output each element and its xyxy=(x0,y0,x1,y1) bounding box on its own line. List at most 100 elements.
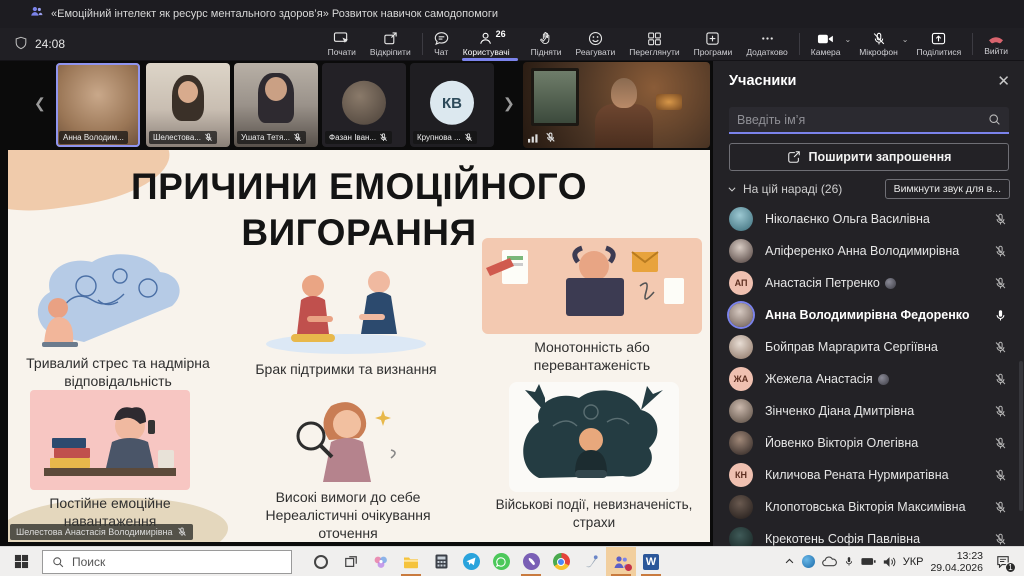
avatar-initials: АП xyxy=(729,271,753,295)
shared-presentation-slide: ПРИЧИНИ ЕМОЦІЙНОГО ВИГОРАННЯ Тривалий ст… xyxy=(8,150,710,542)
apps-button[interactable]: Програми xyxy=(687,28,740,61)
close-panel-icon[interactable]: ✕ xyxy=(997,74,1010,89)
word-letter: W xyxy=(643,554,659,570)
share-screen-icon xyxy=(931,32,946,46)
avatar xyxy=(729,303,753,327)
speaker-silhouette xyxy=(595,104,653,148)
react-button[interactable]: Реагувати xyxy=(569,28,623,61)
slide-cell-war-anxiety: Військові події, невизначеність, страхи xyxy=(480,382,708,532)
mic-muted-icon xyxy=(994,437,1007,450)
participant-row[interactable]: Клопотовська Вікторія Максимівна xyxy=(713,491,1024,523)
taskbar-search-input[interactable] xyxy=(72,555,282,569)
participant-row[interactable]: Анна Володимирівна Федоренко xyxy=(713,299,1024,331)
video-tile-5[interactable]: КВ Крупнова ... xyxy=(410,63,494,147)
video-tile-2[interactable]: Шелестова... xyxy=(146,63,230,147)
teams-app-icon xyxy=(30,5,43,23)
spotlight-video-tile[interactable] xyxy=(523,62,710,148)
telegram-icon[interactable] xyxy=(456,547,486,576)
ellipsis-icon xyxy=(760,31,775,46)
task-view-icon[interactable] xyxy=(336,547,366,576)
volume-icon[interactable] xyxy=(883,556,896,568)
react-label: Реагувати xyxy=(576,47,616,57)
initials-text: КВ xyxy=(442,94,462,111)
microphone-tray-icon[interactable] xyxy=(844,555,854,568)
shield-icon xyxy=(14,36,28,53)
presenter-name-overlay: Шелестова Анастасія Володимирівна xyxy=(10,524,193,540)
participant-row[interactable]: КН Киличова Рената Нурмиратівна xyxy=(713,459,1024,491)
file-explorer-icon[interactable] xyxy=(396,547,426,576)
whatsapp-icon[interactable] xyxy=(486,547,516,576)
view-label: Переглянути xyxy=(629,47,679,57)
word-icon[interactable]: W xyxy=(636,547,666,576)
slide-caption: Монотонність або перевантаженість xyxy=(476,338,708,374)
clock[interactable]: 13:23 29.04.2026 xyxy=(930,550,983,574)
participant-search-box[interactable] xyxy=(729,107,1009,134)
hidden-icons-chevron[interactable] xyxy=(784,556,795,567)
video-tile-1[interactable]: Анна Володим... xyxy=(56,63,140,147)
battery-icon[interactable] xyxy=(861,557,876,566)
scroll-left-chevron-icon[interactable]: ❮ xyxy=(34,95,46,112)
slide-caption: Військові події, невизначеність, страхи xyxy=(480,496,708,532)
video-tile-3[interactable]: Ушата Тетя... xyxy=(234,63,318,147)
raise-hand-button[interactable]: Підняти xyxy=(524,28,569,61)
start-recording-button[interactable]: Почати xyxy=(321,28,363,61)
mic-muted-icon xyxy=(177,527,187,537)
avatar xyxy=(729,431,753,455)
mic-muted-icon xyxy=(293,133,302,142)
slide-caption: Високі вимоги до себе xyxy=(240,488,456,506)
meeting-timer: 24:08 xyxy=(35,37,65,51)
start-button[interactable] xyxy=(0,547,42,576)
raise-hand-icon xyxy=(539,31,553,46)
onedrive-cloud-icon[interactable] xyxy=(822,556,837,567)
notification-icon[interactable]: 1 xyxy=(990,549,1016,575)
participant-row[interactable]: АП Анастасія Петренко xyxy=(713,267,1024,299)
leave-button[interactable]: Вийти xyxy=(977,28,1024,61)
search-input[interactable] xyxy=(737,113,988,127)
search-icon xyxy=(52,556,64,568)
viber-icon[interactable] xyxy=(516,547,546,576)
profile-badge-icon xyxy=(878,374,889,385)
network-app-icon[interactable] xyxy=(802,555,815,568)
participant-row[interactable]: Ніколаєнко Ольга Василівна xyxy=(713,203,1024,235)
unpin-button[interactable]: Відкріпити xyxy=(363,28,418,61)
date-text: 29.04.2026 xyxy=(930,562,983,574)
chat-button[interactable]: Чат xyxy=(427,28,456,61)
participant-row[interactable]: ЖА Жежела Анастасія xyxy=(713,363,1024,395)
calculator-icon[interactable] xyxy=(426,547,456,576)
paint-icon[interactable] xyxy=(576,547,606,576)
scroll-right-chevron-icon[interactable]: ❯ xyxy=(503,95,515,112)
slide-caption-line2: Нереалістичні очікування оточення xyxy=(240,506,456,542)
camera-button[interactable]: Камера xyxy=(804,28,848,61)
cortana-icon[interactable] xyxy=(306,547,336,576)
mic-muted-icon xyxy=(994,469,1007,482)
share-button[interactable]: Поділитися xyxy=(909,28,968,61)
participants-scrollbar[interactable] xyxy=(1019,361,1023,511)
tile-name: Крупнова ... xyxy=(417,133,461,142)
section-toggle[interactable]: На цій нараді (26) xyxy=(727,182,842,196)
taskbar-search-box[interactable] xyxy=(42,550,292,574)
mic-muted-icon xyxy=(994,405,1007,418)
tile-name: Ушата Тетя... xyxy=(241,133,290,142)
avatar xyxy=(729,335,753,359)
participant-row[interactable]: Йовенко Вікторія Олегівна xyxy=(713,427,1024,459)
view-button[interactable]: Переглянути xyxy=(622,28,686,61)
participant-name: Жежела Анастасія xyxy=(765,372,873,386)
share-invite-button[interactable]: Поширити запрошення xyxy=(729,143,1009,171)
language-indicator[interactable]: УКР xyxy=(903,556,924,568)
participant-row[interactable]: Аліференко Анна Володимирівна xyxy=(713,235,1024,267)
smiley-icon xyxy=(588,31,603,46)
chrome-icon[interactable] xyxy=(546,547,576,576)
flower-app-icon[interactable] xyxy=(366,547,396,576)
people-button[interactable]: 26 Користувачі xyxy=(456,28,524,61)
video-tile-4[interactable]: Фазан Іван... xyxy=(322,63,406,147)
teams-icon[interactable] xyxy=(606,547,636,576)
mic-button[interactable]: Мікрофон xyxy=(852,28,905,61)
participant-row[interactable]: Бойправ Маргарита Сергіївна xyxy=(713,331,1024,363)
mute-all-button[interactable]: Вимкнути звук для в... xyxy=(885,179,1010,199)
participant-row[interactable]: Зінченко Діана Дмитрівна xyxy=(713,395,1024,427)
participants-list: Ніколаєнко Ольга Василівна Аліференко Ан… xyxy=(713,203,1024,555)
apps-label: Програми xyxy=(694,47,733,57)
avatar xyxy=(729,399,753,423)
avatar xyxy=(342,81,386,125)
more-button[interactable]: Додатково xyxy=(739,28,794,61)
